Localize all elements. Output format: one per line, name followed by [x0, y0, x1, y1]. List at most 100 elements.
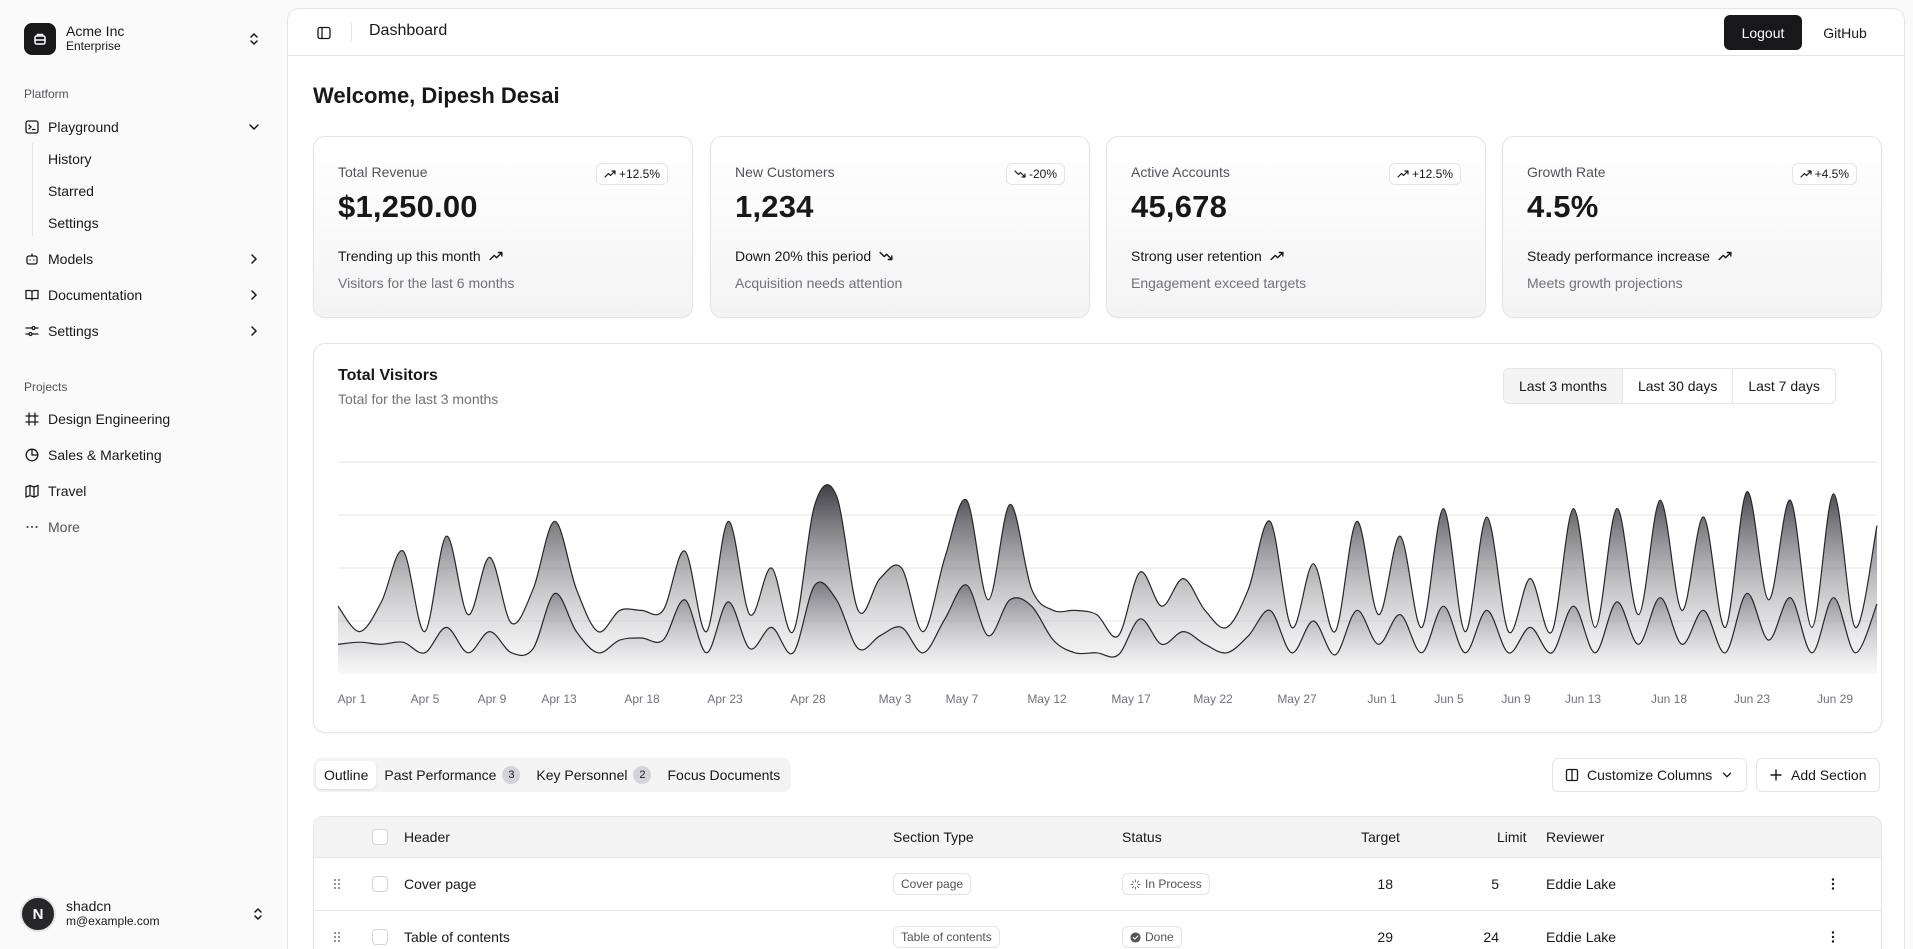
col-limit[interactable]: Limit	[1497, 817, 1527, 857]
tab-count-badge: 3	[502, 766, 521, 784]
x-tick-label: May 7	[946, 692, 979, 706]
target-value[interactable]: 29	[1358, 911, 1393, 949]
pie-chart-icon	[24, 447, 40, 463]
tab-label: Outline	[324, 767, 369, 783]
select-all-checkbox[interactable]	[372, 829, 388, 845]
customize-columns-button[interactable]: Customize Columns	[1552, 758, 1748, 792]
logout-button[interactable]: Logout	[1724, 15, 1802, 50]
terminal-square-icon	[24, 119, 40, 135]
nav-item-models[interactable]: Models	[16, 243, 270, 275]
check-circle-icon	[1130, 931, 1141, 943]
team-switcher[interactable]: Acme Inc Enterprise	[16, 16, 270, 62]
trend-badge: +12.5%	[1388, 163, 1461, 185]
page-title: Dashboard	[369, 22, 448, 39]
card-value: 1,234	[735, 189, 814, 224]
x-tick-label: May 27	[1277, 692, 1317, 706]
user-email: m@example.com	[66, 914, 160, 928]
project-sales-marketing[interactable]: Sales & Marketing	[16, 439, 270, 471]
nav-item-documentation[interactable]: Documentation	[16, 279, 270, 311]
section-type-badge: Table of contents	[893, 926, 1000, 948]
card-subtext: Visitors for the last 6 months	[338, 275, 515, 291]
table-row: Table of contents Table of contents Done…	[314, 911, 1881, 949]
sidebar: Acme Inc Enterprise Platform Playground …	[0, 0, 287, 949]
trending-up-icon	[1270, 251, 1284, 261]
card-footer-text: Down 20% this period	[735, 248, 872, 264]
stat-card-growth-rate: Growth Rate +4.5% 4.5% Steady performanc…	[1502, 136, 1882, 318]
card-footer-text: Steady performance increase	[1527, 248, 1710, 264]
col-target[interactable]: Target	[1361, 817, 1400, 857]
settings-sliders-icon	[24, 323, 40, 339]
col-header[interactable]: Header	[404, 817, 450, 857]
x-tick-label: Jun 23	[1734, 692, 1770, 706]
row-actions-button[interactable]	[1826, 858, 1840, 910]
drag-handle[interactable]	[332, 858, 342, 910]
x-tick-label: Jun 13	[1565, 692, 1601, 706]
more-vertical-icon	[1831, 931, 1835, 943]
team-plan: Enterprise	[66, 39, 121, 53]
chevron-down-icon	[249, 124, 259, 131]
user-menu[interactable]: N shadcn m@example.com	[16, 890, 270, 938]
tab-focus-documents[interactable]: Focus Documents	[659, 761, 788, 789]
card-label: Growth Rate	[1527, 164, 1606, 180]
nav-item-settings[interactable]: Settings	[16, 315, 270, 347]
tab-outline[interactable]: Outline	[316, 761, 377, 789]
sub-item-history[interactable]: History	[40, 145, 270, 173]
trending-up-icon	[604, 170, 616, 178]
row-actions-button[interactable]	[1826, 911, 1840, 949]
card-subtext: Acquisition needs attention	[735, 275, 903, 291]
tab-past-performance[interactable]: Past Performance 3	[376, 761, 528, 789]
drag-handle[interactable]	[332, 911, 342, 949]
projects-group-label: Projects	[24, 380, 68, 394]
top-bar: Dashboard Logout GitHub	[288, 9, 1904, 56]
trending-up-icon	[1800, 170, 1812, 178]
col-section-type[interactable]: Section Type	[893, 817, 974, 857]
github-link[interactable]: GitHub	[1810, 15, 1880, 50]
plus-icon	[1770, 769, 1782, 781]
sub-item-starred[interactable]: Starred	[40, 177, 270, 205]
grip-vertical-icon	[334, 932, 340, 942]
book-open-icon	[24, 287, 40, 303]
row-header-cell[interactable]: Table of contents	[404, 911, 510, 949]
card-subtext: Engagement exceed targets	[1131, 275, 1307, 291]
project-travel[interactable]: Travel	[16, 475, 270, 507]
badge-text: +12.5%	[618, 167, 660, 181]
row-checkbox[interactable]	[372, 876, 388, 892]
trending-down-icon	[1014, 170, 1026, 178]
col-status[interactable]: Status	[1122, 817, 1162, 857]
sidebar-toggle-button[interactable]	[312, 21, 336, 45]
tab-label: Past Performance	[384, 767, 497, 783]
tab-key-personnel[interactable]: Key Personnel 2	[528, 761, 659, 789]
projects-more[interactable]: More	[16, 511, 270, 543]
x-tick-label: Apr 18	[624, 692, 660, 706]
nav-label: Settings	[48, 323, 99, 339]
grip-vertical-icon	[334, 879, 340, 889]
project-label: Sales & Marketing	[48, 447, 162, 463]
more-label: More	[48, 519, 80, 535]
columns-icon	[1565, 768, 1579, 782]
add-section-button[interactable]: Add Section	[1756, 758, 1880, 792]
trending-up-icon	[1397, 170, 1409, 178]
visitors-area-chart: Apr 1 Apr 5 Apr 9 Apr 13 Apr 18 Apr 23 Apr 28 M…	[337, 461, 1878, 706]
x-tick-label: May 22	[1193, 692, 1233, 706]
trend-badge: +12.5%	[595, 163, 668, 185]
limit-value[interactable]: 24	[1464, 911, 1499, 949]
stat-card-active-accounts: Active Accounts +12.5% 45,678 Strong use…	[1106, 136, 1486, 318]
x-tick-label: Jun 18	[1651, 692, 1687, 706]
section-type-badge: Cover page	[893, 873, 972, 895]
project-design-engineering[interactable]: Design Engineering	[16, 403, 270, 435]
limit-value[interactable]: 5	[1464, 858, 1499, 910]
sub-item-settings[interactable]: Settings	[40, 209, 270, 237]
col-reviewer[interactable]: Reviewer	[1546, 817, 1604, 857]
badge-text: -20%	[1028, 167, 1057, 181]
x-tick-label: Apr 9	[478, 692, 507, 706]
card-subtext: Meets growth projections	[1527, 275, 1683, 291]
nav-label: Models	[48, 251, 94, 267]
row-header-cell[interactable]: Cover page	[404, 858, 476, 910]
target-value[interactable]: 18	[1358, 858, 1393, 910]
nav-item-playground[interactable]: Playground	[16, 111, 270, 143]
chevrons-up-down-icon	[250, 33, 258, 45]
row-checkbox[interactable]	[372, 929, 388, 945]
trending-down-icon	[879, 251, 893, 261]
project-label: Travel	[48, 483, 87, 499]
x-tick-label: Apr 13	[541, 692, 577, 706]
